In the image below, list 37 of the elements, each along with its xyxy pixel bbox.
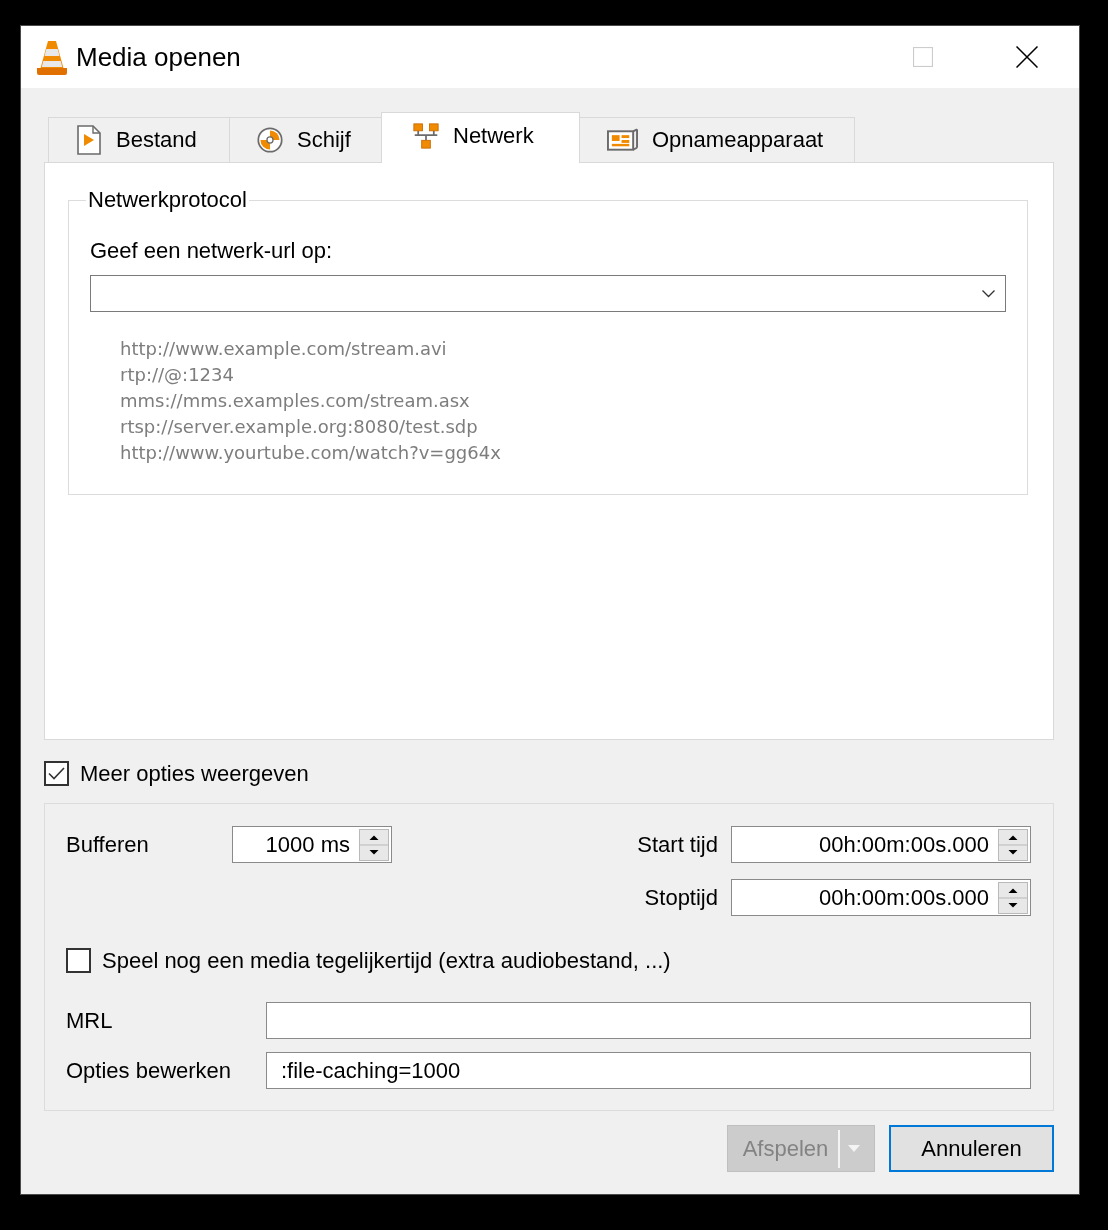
spin-arrows-icon[interactable] [998,881,1028,914]
time-label: Start tijd [637,831,718,858]
url-combobox[interactable] [90,275,1006,312]
document-play-icon [76,125,102,155]
network-icon [413,121,439,151]
checkbox-label[interactable]: Speel nog een media tegelijkertijd (extra audiobestand, ...) [102,947,671,974]
example-url: mms://mms.examples.com/stream.asx [120,389,471,413]
checkbox[interactable] [66,948,91,973]
time-label: Stoptijd [644,884,718,911]
url-label: Geef een netwerk-url op: [90,238,334,264]
field-label: MRL [66,1007,114,1034]
caching-label: Bufferen [66,831,150,858]
chevron-down-icon [982,289,995,298]
time-spinbox[interactable]: 00h:00m:00s.000 [731,879,1031,916]
checkbox-label[interactable]: Meer opties weergeven [80,760,309,787]
tab[interactable]: Bestand [48,117,230,162]
checkbox[interactable] [44,761,69,786]
time-spinbox[interactable]: 00h:00m:00s.000 [731,826,1031,863]
tab[interactable]: Opnameapparaat [579,117,855,162]
example-url: http://www.yourtube.com/watch?v=gg64x [120,441,502,465]
caching-spinbox[interactable]: 1000 ms [232,826,392,863]
tab[interactable]: Netwerk [381,112,580,163]
group-title: Netwerkprotocol [87,187,248,213]
disc-icon [257,125,283,155]
window-title: Media openen [76,41,241,73]
traffic-cone-icon [36,39,68,75]
close-icon[interactable] [1016,46,1038,68]
spin-arrows-icon[interactable] [998,828,1028,861]
field-label: Opties bewerken [66,1057,233,1084]
text-field[interactable]: :file-caching=1000 [266,1052,1031,1089]
cancel-button[interactable]: Annuleren [889,1125,1054,1172]
example-url: rtsp://server.example.org:8080/test.sdp [120,415,479,439]
example-url: http://www.example.com/stream.avi [120,337,448,361]
text-field[interactable] [266,1002,1031,1039]
capture-card-icon [607,128,638,152]
spin-arrows-icon[interactable] [359,828,389,861]
example-url: rtp://@:1234 [120,363,235,387]
